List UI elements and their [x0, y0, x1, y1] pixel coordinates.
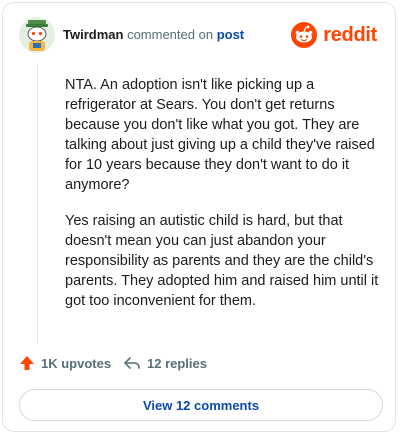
upvote-arrow-icon [20, 356, 34, 370]
reply-arrow-icon [124, 357, 140, 369]
comment-card: Twirdman commented on post reddit NTA. A… [2, 2, 396, 432]
username-link[interactable]: Twirdman [63, 27, 123, 42]
comment-header: Twirdman commented on post reddit [19, 17, 381, 57]
comment-footer: 1K upvotes 12 replies [19, 355, 379, 377]
upvote-count: 1K upvotes [41, 355, 112, 371]
view-comments-button[interactable]: View 12 comments [19, 389, 383, 421]
post-link[interactable]: post [217, 27, 244, 42]
upvote-button[interactable]: 1K upvotes [19, 355, 111, 371]
comment-paragraph: NTA. An adoption isn't like picking up a… [65, 77, 375, 193]
reddit-logo-icon [291, 22, 318, 48]
reddit-brand[interactable]: reddit [291, 21, 377, 49]
reddit-wordmark: reddit [323, 23, 377, 46]
snoo-avatar-icon [19, 17, 55, 53]
comment-byline: Twirdman commented on post [63, 27, 244, 42]
thread-line [37, 63, 38, 343]
action-text: commented on [127, 27, 214, 42]
comment-body: NTA. An adoption isn't like picking up a… [65, 75, 383, 327]
replies-button[interactable]: 12 replies [123, 355, 207, 371]
comment-paragraph: Yes raising an autistic child is hard, b… [65, 213, 379, 309]
reply-count: 12 replies [147, 355, 207, 371]
user-avatar[interactable] [19, 17, 55, 53]
